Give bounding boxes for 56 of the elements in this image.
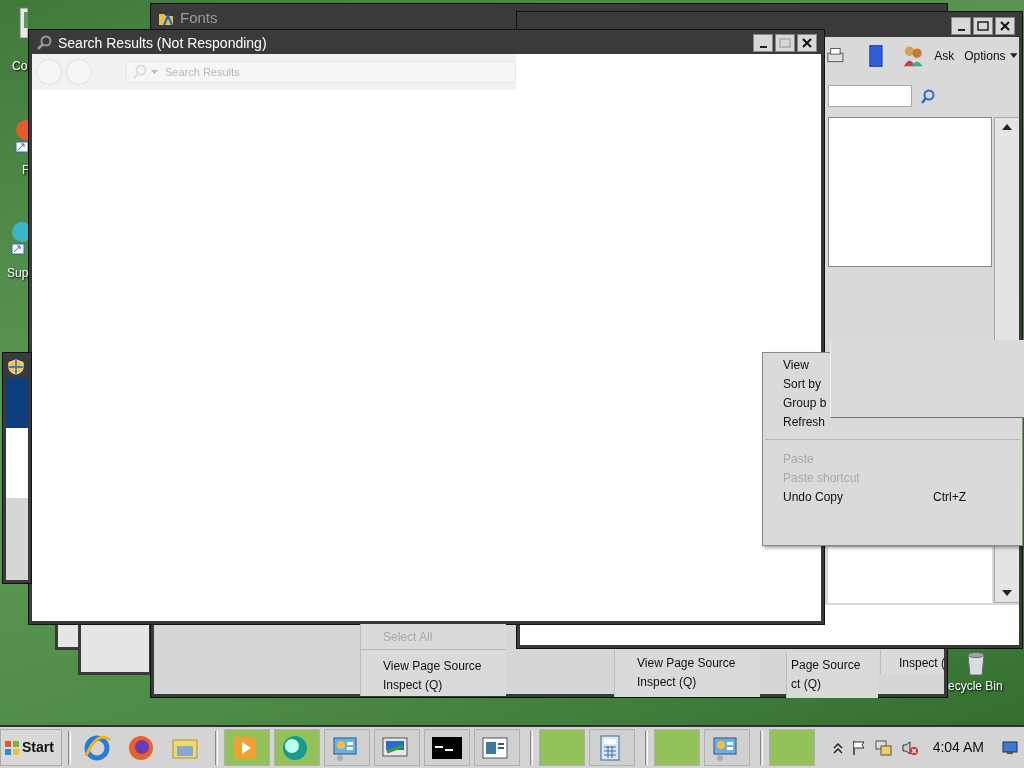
content-area: [6, 428, 28, 498]
minimize-button[interactable]: [753, 34, 773, 52]
taskbar-button[interactable]: [424, 729, 470, 766]
book-icon[interactable]: [866, 43, 886, 69]
shortcut-icon[interactable]: [10, 220, 28, 256]
menu-item[interactable]: Inspect (Q): [361, 675, 506, 694]
network-icon[interactable]: [874, 738, 893, 757]
shortcut-icon[interactable]: [14, 118, 28, 154]
banner: [6, 378, 28, 428]
flag-icon[interactable]: [850, 739, 867, 756]
clock[interactable]: 4:04 AM: [932, 737, 984, 758]
maximize-icon: [779, 38, 791, 48]
menu-item[interactable]: View: [763, 355, 813, 374]
maximize-icon: [977, 21, 989, 31]
menu-item[interactable]: Group b: [763, 393, 831, 412]
menu-item[interactable]: Sort by: [763, 374, 825, 393]
toolbar-button[interactable]: Options: [964, 47, 1006, 65]
icon-label[interactable]: Co: [12, 57, 28, 75]
menu-item[interactable]: Inspect (Q): [615, 672, 760, 691]
close-icon: [1000, 21, 1010, 31]
icon-label[interactable]: ecycle Bin: [948, 677, 1003, 695]
monitor-icon[interactable]: [1002, 740, 1018, 755]
menu-item[interactable]: Page Source: [787, 655, 878, 674]
minimize-button[interactable]: [951, 17, 971, 35]
scroll-down-icon[interactable]: [1000, 588, 1014, 598]
address-text: Search Results: [165, 64, 240, 80]
shield-icon: [8, 358, 24, 376]
windows-logo-icon: [4, 739, 20, 756]
chevron-icon[interactable]: [832, 741, 843, 754]
menu-item[interactable]: Refresh: [763, 412, 830, 431]
maximize-button[interactable]: [973, 17, 993, 35]
scroll-up-icon[interactable]: [1000, 122, 1014, 132]
menu-item-label: Undo Copy: [783, 488, 844, 506]
browser-icon: [127, 733, 155, 762]
window-title: Fonts: [180, 7, 218, 28]
menu-item[interactable]: View Page Source: [361, 656, 506, 675]
browser-icon: [83, 733, 111, 762]
search-icon[interactable]: [920, 89, 936, 105]
close-icon: [802, 38, 812, 48]
caret-icon[interactable]: [1009, 53, 1019, 59]
search-icon: [36, 35, 52, 51]
minimize-icon: [957, 29, 965, 31]
start-button[interactable]: Start: [0, 729, 62, 766]
toolbar-button[interactable]: Ask: [934, 47, 955, 65]
menu-item[interactable]: Undo Copy Ctrl+Z: [763, 487, 1022, 506]
search-field[interactable]: [828, 85, 912, 107]
menu-item[interactable]: Inspect (: [881, 653, 944, 672]
shortcut-label: Ctrl+Z: [933, 488, 966, 506]
minimize-icon: [759, 46, 767, 48]
window-title: Search Results (Not Responding): [58, 33, 267, 53]
menu-item[interactable]: ct (Q): [787, 674, 878, 693]
close-button[interactable]: [995, 17, 1015, 35]
close-button[interactable]: [797, 34, 817, 52]
icon-label[interactable]: Sup: [7, 264, 29, 282]
volume-muted-icon[interactable]: [900, 739, 919, 756]
menu-item[interactable]: View Page Source: [615, 653, 760, 672]
